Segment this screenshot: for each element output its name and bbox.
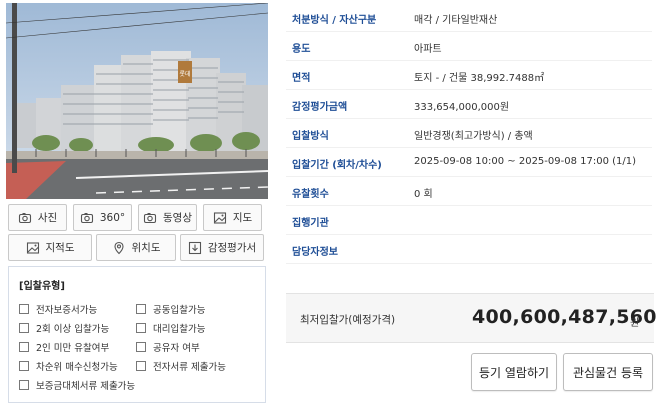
checkbox-box[interactable]	[19, 379, 29, 390]
checkbox-label: 2회 이상 입찰가능	[36, 323, 110, 335]
info-value: 매각 / 기타일반재산	[414, 15, 498, 26]
minimum-bid-price-label: 최저입찰가(예정가격)	[300, 314, 396, 326]
info-label: 입찰방식	[292, 131, 329, 142]
bid-type-panel: [입찰유형] 전자보증서가능 공동입찰가능 2회 이상 입찰가능 대리입찰가능 …	[8, 266, 266, 403]
minimum-bid-price-unit: 원	[630, 318, 640, 329]
download-icon	[188, 241, 202, 255]
info-value: 0 회	[414, 189, 433, 200]
location-map-button[interactable]: 위치도	[96, 234, 176, 261]
view-360-button[interactable]: 360°	[73, 204, 132, 231]
info-row-usage: 용도 아파트	[286, 32, 652, 61]
checkbox-co-owner[interactable]: 공유자 여부	[136, 340, 200, 354]
checkbox-multiple-bids[interactable]: 2회 이상 입찰가능	[19, 321, 136, 335]
checkbox-electronic-guarantee[interactable]: 전자보증서가능	[19, 302, 136, 316]
info-row-appraisal: 감정평가금액 333,654,000,000원	[286, 90, 652, 119]
camera-icon	[18, 211, 32, 225]
info-value: 333,654,000,000원	[414, 102, 510, 113]
photo-button[interactable]: 사진	[8, 204, 67, 231]
checkbox-label: 공유자 여부	[153, 342, 200, 354]
info-row-bid-method: 입찰방식 일반경쟁(최고가방식) / 총액	[286, 119, 652, 148]
checkbox-deposit-substitute[interactable]: 보증금대체서류 제출가능	[19, 378, 135, 392]
info-value: 일반경쟁(최고가방식) / 총액	[414, 131, 533, 142]
info-row-bid-period: 입찰기간 (회차/차수) 2025-09-08 10:00 ~ 2025-09-…	[286, 148, 652, 177]
info-value: 2025-09-08 10:00 ~ 2025-09-08 17:00 (1/1…	[414, 156, 637, 167]
image-icon	[213, 211, 227, 225]
info-row-failed-count: 유찰횟수 0 회	[286, 177, 652, 206]
checkbox-label: 전자서류 제출가능	[153, 361, 226, 373]
map-button-label: 지도	[232, 212, 253, 224]
checkbox-box[interactable]	[136, 322, 146, 333]
appraisal-report-button[interactable]: 감정평가서	[180, 234, 264, 261]
camera-icon	[143, 211, 157, 225]
checkbox-box[interactable]	[19, 341, 29, 352]
info-label: 용도	[292, 44, 311, 55]
camera-icon	[80, 211, 94, 225]
video-button-label: 동영상	[163, 212, 192, 224]
info-label: 유찰횟수	[292, 189, 329, 200]
info-label: 담당자정보	[292, 247, 338, 258]
info-value: 아파트	[414, 44, 442, 55]
info-label: 감정평가금액	[292, 102, 348, 113]
checkbox-box[interactable]	[19, 322, 29, 333]
checkbox-label: 공동입찰가능	[153, 304, 206, 316]
info-label: 면적	[292, 73, 311, 84]
checkbox-label: 전자보증서가능	[36, 304, 98, 316]
photo-button-label: 사진	[37, 212, 58, 224]
checkbox-joint-bidding[interactable]: 공동입찰가능	[136, 302, 205, 316]
view-360-button-label: 360°	[99, 211, 126, 224]
location-pin-icon	[112, 241, 126, 255]
checkbox-fewer-than-two[interactable]: 2인 미만 유찰여부	[19, 340, 136, 354]
info-row-area: 면적 토지 - / 건물 38,992.7488㎡	[286, 61, 652, 90]
cadastral-map-button[interactable]: 지적도	[8, 234, 92, 261]
checkbox-box[interactable]	[136, 341, 146, 352]
building-sign-text: 롯데	[179, 70, 190, 78]
info-row-agency: 집행기관	[286, 206, 652, 235]
bid-type-title: [입찰유형]	[19, 281, 65, 292]
info-label: 처분방식 / 자산구분	[292, 15, 377, 26]
cadastral-map-button-label: 지적도	[45, 242, 75, 254]
appraisal-report-button-label: 감정평가서	[207, 242, 257, 254]
checkbox-label: 대리입찰가능	[153, 323, 206, 335]
checkbox-proxy-bidding[interactable]: 대리입찰가능	[136, 321, 205, 335]
video-button[interactable]: 동영상	[138, 204, 197, 231]
image-icon	[26, 241, 40, 255]
info-label: 집행기관	[292, 218, 329, 229]
map-button[interactable]: 지도	[203, 204, 262, 231]
checkbox-electronic-documents[interactable]: 전자서류 제출가능	[136, 359, 226, 373]
minimum-bid-price-box: 최저입찰가(예정가격) 400,600,487,560 원	[286, 293, 656, 343]
checkbox-label: 보증금대체서류 제출가능	[36, 380, 136, 392]
checkbox-box[interactable]	[19, 360, 29, 371]
checkbox-box[interactable]	[136, 303, 146, 314]
checkbox-next-bidder[interactable]: 차순위 매수신청가능	[19, 359, 136, 373]
checkbox-label: 차순위 매수신청가능	[36, 361, 118, 373]
info-label: 입찰기간 (회차/차수)	[292, 160, 382, 171]
info-row-disposal: 처분방식 / 자산구분 매각 / 기타일반재산	[286, 3, 652, 32]
checkbox-box[interactable]	[19, 303, 29, 314]
view-registry-button[interactable]: 등기 열람하기	[471, 353, 557, 391]
checkbox-label: 2인 미만 유찰여부	[36, 342, 110, 354]
property-photo[interactable]: 롯데	[6, 3, 268, 199]
info-value: 토지 - / 건물 38,992.7488㎡	[414, 73, 545, 84]
property-info-table: 처분방식 / 자산구분 매각 / 기타일반재산 용도 아파트 면적 토지 - /…	[286, 3, 652, 264]
info-row-contact: 담당자정보	[286, 235, 652, 264]
location-map-button-label: 위치도	[131, 242, 161, 254]
add-interest-button[interactable]: 관심물건 등록	[563, 353, 653, 391]
checkbox-box[interactable]	[136, 360, 146, 371]
